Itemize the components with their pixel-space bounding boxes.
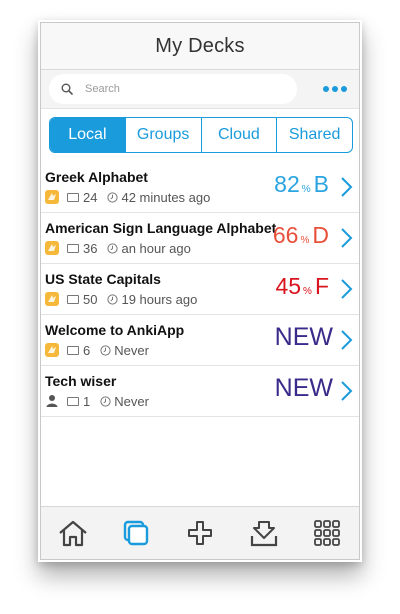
deck-row[interactable]: American Sign Language Alphabet 36 an ho… — [41, 213, 359, 264]
deck-meta: 36 an hour ago — [45, 240, 191, 256]
cards-icon — [67, 345, 79, 355]
more-dot-icon — [323, 86, 329, 92]
deck-name: American Sign Language Alphabet — [45, 220, 277, 236]
card-count: 50 — [83, 291, 98, 307]
deck-name: Welcome to AnkiApp — [45, 322, 185, 338]
search-bar: Search — [41, 70, 359, 109]
card-count: 24 — [83, 189, 98, 205]
last-studied: Never — [114, 342, 149, 358]
last-studied: Never — [114, 393, 149, 409]
app-window: My Decks Search Local Groups Cloud Share… — [40, 22, 360, 560]
cards-icon — [67, 396, 79, 406]
search-icon — [61, 83, 73, 95]
page-title: My Decks — [155, 34, 245, 57]
clock-icon — [107, 191, 119, 203]
last-studied: 42 minutes ago — [121, 189, 211, 205]
deck-score: 82 % B — [274, 171, 329, 198]
score-percent: % — [301, 184, 311, 195]
last-studied: an hour ago — [121, 240, 191, 256]
cards-icon — [67, 192, 79, 202]
clock-icon — [107, 242, 119, 254]
new-badge: NEW — [274, 323, 333, 351]
deck-score: 66 % D — [273, 222, 329, 249]
clock-icon — [100, 395, 111, 407]
deck-row[interactable]: US State Capitals 50 19 hours ago 45 % F — [41, 264, 359, 315]
deck-meta: 6 Never — [45, 342, 149, 358]
last-studied: 19 hours ago — [121, 291, 198, 307]
app-icon — [45, 343, 59, 357]
decks-icon — [124, 520, 149, 546]
deck-row[interactable]: Tech wiser 1 Never NEW — [41, 366, 359, 417]
tab-home[interactable] — [41, 507, 105, 559]
score-grade: F — [314, 273, 329, 299]
deck-row[interactable]: Welcome to AnkiApp 6 Never NEW — [41, 315, 359, 366]
more-options-button[interactable] — [323, 82, 349, 96]
score-grade: B — [313, 171, 329, 197]
deck-meta: 1 Never — [45, 393, 149, 409]
app-icon — [45, 190, 59, 204]
score-percent: % — [300, 235, 310, 246]
tab-more[interactable] — [295, 507, 359, 559]
deck-source-tabs: Local Groups Cloud Shared — [49, 117, 353, 153]
deck-list: Greek Alphabet 24 42 minutes ago 82 % B — [41, 162, 359, 417]
bottom-tab-bar — [41, 506, 359, 559]
search-input[interactable]: Search — [49, 74, 297, 104]
cards-icon — [67, 243, 79, 253]
clock-icon — [100, 344, 111, 356]
new-badge: NEW — [274, 374, 333, 402]
clock-icon — [107, 293, 119, 305]
download-icon — [250, 521, 277, 547]
more-dot-icon — [341, 86, 347, 92]
tab-shared[interactable]: Shared — [276, 118, 352, 152]
app-icon — [45, 241, 59, 255]
score-value: 45 — [275, 273, 302, 299]
chevron-right-icon — [341, 279, 353, 299]
deck-name: Tech wiser — [45, 373, 117, 389]
card-count: 36 — [83, 240, 98, 256]
tab-local[interactable]: Local — [50, 118, 125, 152]
add-icon — [187, 521, 212, 545]
search-placeholder: Search — [85, 83, 120, 95]
cards-icon — [67, 294, 79, 304]
score-value: 82 — [274, 171, 300, 197]
chevron-right-icon — [341, 228, 353, 248]
chevron-right-icon — [341, 381, 353, 401]
deck-score: 45 % F — [275, 273, 329, 300]
tab-add[interactable] — [168, 507, 232, 559]
score-percent: % — [303, 286, 312, 297]
tab-download[interactable] — [232, 507, 296, 559]
deck-name: Greek Alphabet — [45, 169, 148, 185]
score-value: 66 — [272, 222, 299, 248]
chevron-right-icon — [341, 330, 353, 350]
home-icon — [59, 520, 87, 547]
deck-name: US State Capitals — [45, 271, 161, 287]
header: My Decks — [41, 23, 359, 70]
tab-decks[interactable] — [105, 507, 169, 559]
app-icon — [45, 292, 59, 306]
score-grade: D — [312, 222, 329, 248]
more-dot-icon — [332, 86, 338, 92]
deck-meta: 24 42 minutes ago — [45, 189, 211, 205]
deck-meta: 50 19 hours ago — [45, 291, 198, 307]
chevron-right-icon — [341, 177, 353, 197]
card-count: 6 — [83, 342, 91, 358]
grid-icon — [314, 520, 341, 546]
tab-cloud[interactable]: Cloud — [200, 118, 277, 152]
card-count: 1 — [83, 393, 91, 409]
person-icon — [46, 395, 58, 407]
tab-groups[interactable]: Groups — [124, 118, 201, 152]
deck-row[interactable]: Greek Alphabet 24 42 minutes ago 82 % B — [41, 162, 359, 213]
